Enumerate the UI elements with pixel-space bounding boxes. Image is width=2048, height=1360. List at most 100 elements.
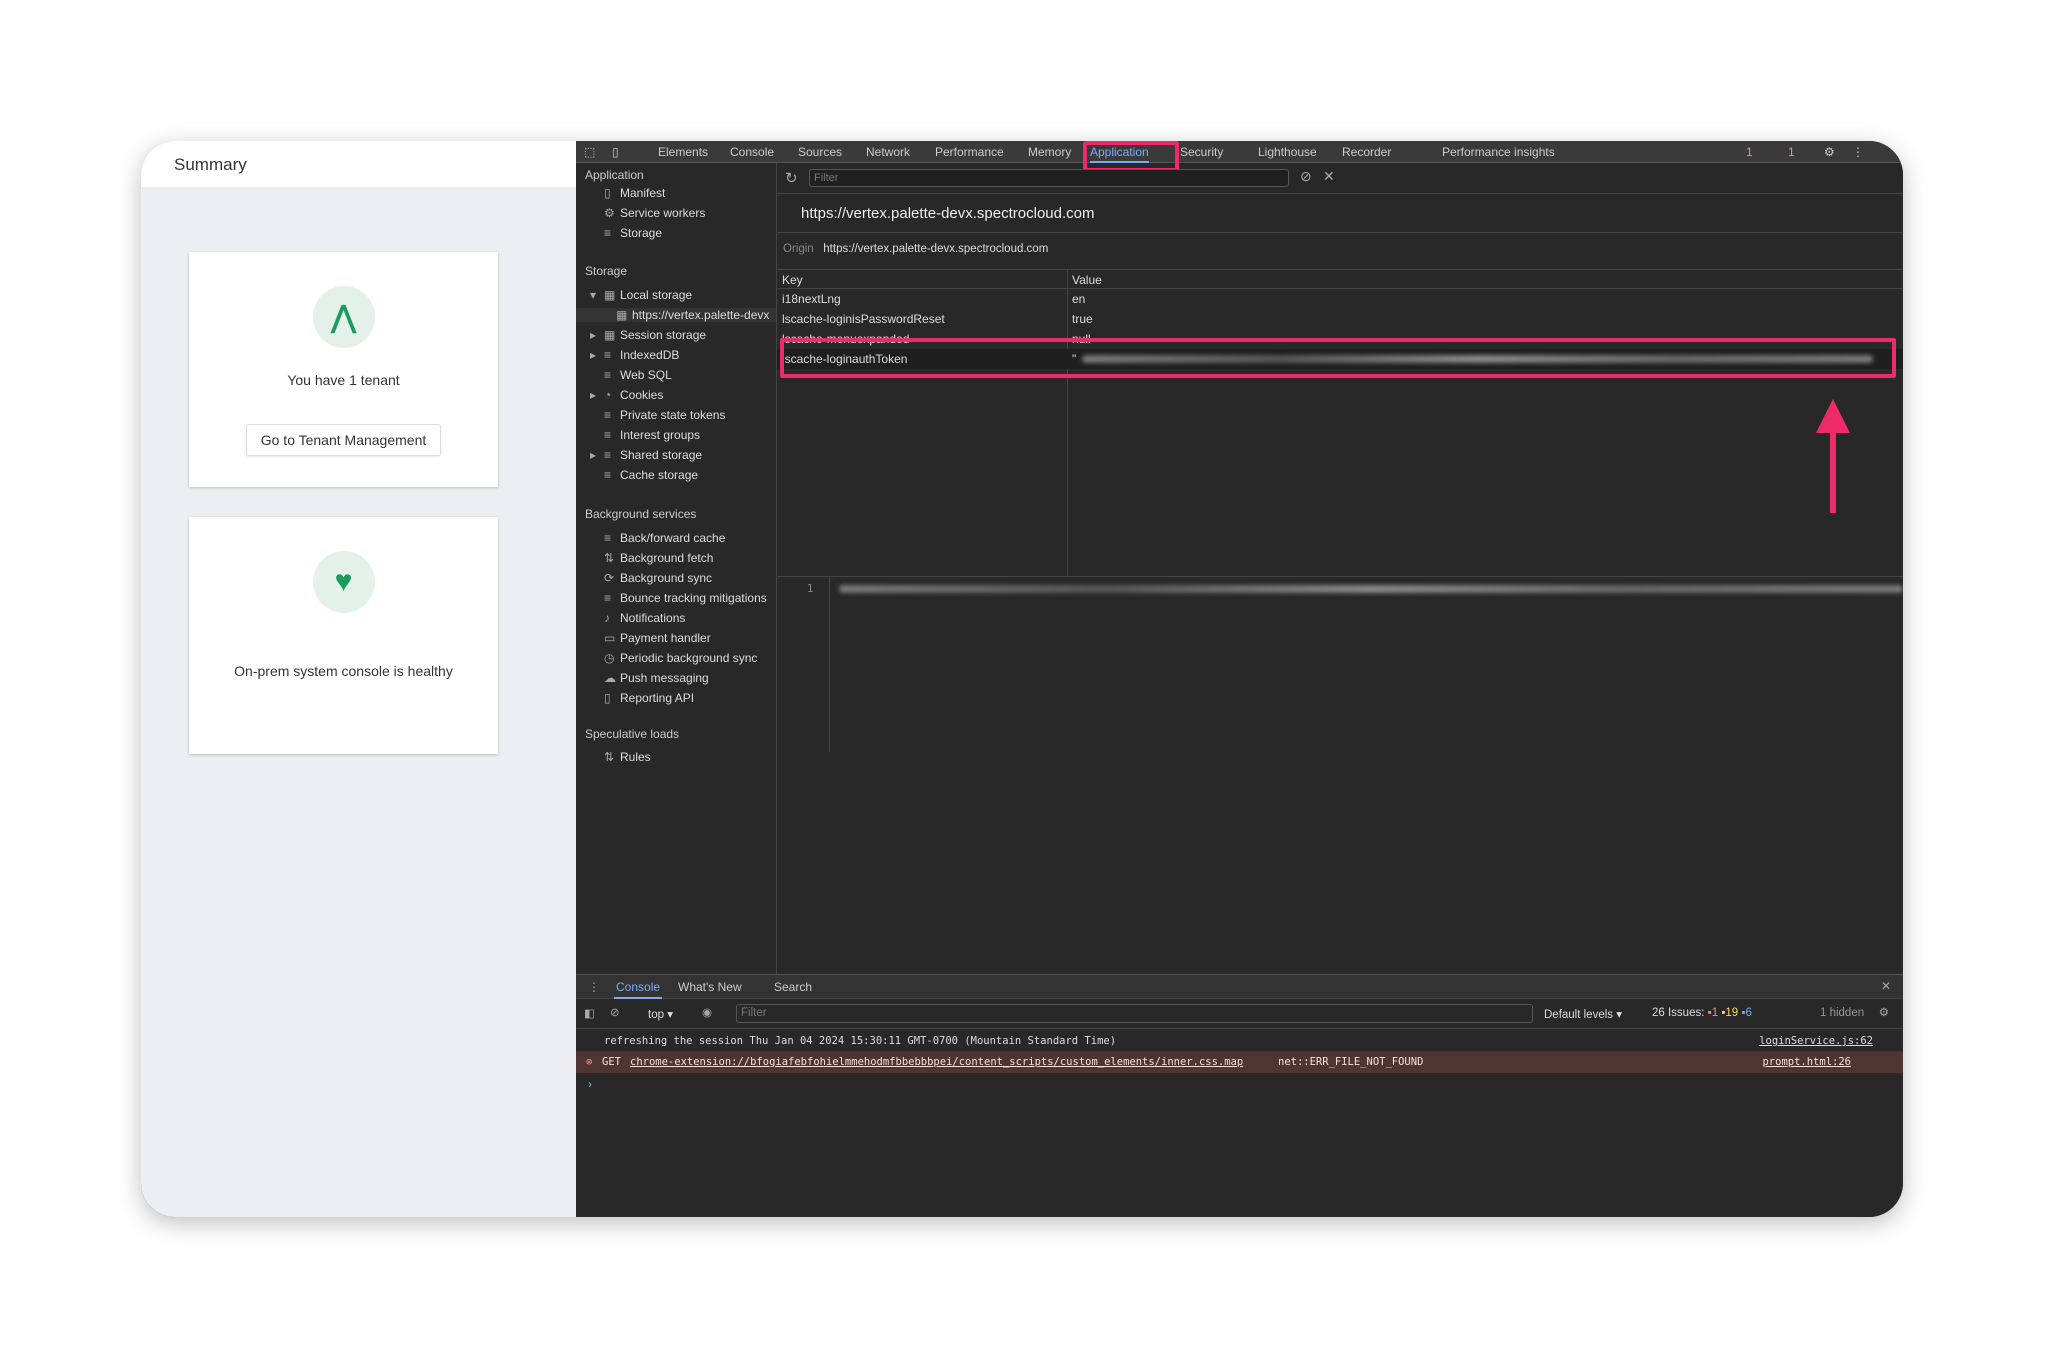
label: Rules	[620, 750, 651, 764]
expand-icon: ▾	[590, 288, 597, 302]
warning-count-badge[interactable]: 1	[1788, 145, 1795, 159]
clock-icon: ◷	[604, 651, 615, 665]
more-icon[interactable]: ⋮	[588, 980, 600, 994]
sidebar-item-storage[interactable]: ≡ Storage	[604, 226, 662, 240]
sidebar-item-back-forward-cache[interactable]: ≡ Back/forward cache	[604, 531, 725, 545]
sidebar-item-service-workers[interactable]: ⚙ Service workers	[604, 206, 705, 220]
blurred-token-preview	[839, 585, 1903, 593]
summary-title: Summary	[141, 141, 576, 187]
error-text: net::ERR_FILE_NOT_FOUND	[1278, 1056, 1424, 1068]
clear-console-icon[interactable]: ⊘	[610, 1005, 620, 1019]
table-row[interactable]: lscache-loginisPasswordReset true	[777, 309, 1903, 329]
sidebar-item-web-sql[interactable]: ≡ Web SQL	[604, 368, 672, 382]
sidebar-item-notifications[interactable]: ♪ Notifications	[604, 611, 685, 625]
arrows-icon: ⇅	[604, 750, 615, 764]
console-drawer: ⋮ Console What's New Search ✕ ◧ ⊘ top ▾ …	[576, 974, 1903, 1217]
device-toolbar-icon[interactable]: ▯	[612, 145, 619, 159]
eye-icon[interactable]: ◉	[702, 1005, 712, 1019]
refresh-icon[interactable]: ↻	[785, 169, 798, 187]
origin-value: https://vertex.palette-devx.spectrocloud…	[823, 243, 1049, 255]
drawer-tab-bar: ⋮ Console What's New Search ✕	[576, 975, 1903, 999]
go-to-tenant-management-button[interactable]: Go to Tenant Management	[245, 424, 442, 456]
sidebar-item-local-storage-origin[interactable]: ▦ https://vertex.palette-devx	[576, 308, 776, 322]
sidebar-item-cache-storage[interactable]: ≡ Cache storage	[604, 468, 698, 482]
sidebar-item-local-storage[interactable]: ▾ ▦ Local storage	[590, 288, 692, 302]
sidebar-item-background-sync[interactable]: ⟳ Background sync	[604, 571, 712, 585]
error-source-link[interactable]: prompt.html:26	[1762, 1056, 1851, 1068]
label: Interest groups	[620, 428, 701, 442]
sidebar-item-interest-groups[interactable]: ≡ Interest groups	[604, 428, 700, 442]
issues-warnings: 19	[1725, 1007, 1739, 1019]
sidebar-heading-application: Application	[585, 168, 644, 182]
tab-memory[interactable]: Memory	[1028, 145, 1071, 159]
clear-all-icon[interactable]: ⊘	[1300, 168, 1312, 185]
inspect-icon[interactable]: ⬚	[584, 145, 595, 159]
drawer-tab-console[interactable]: Console	[614, 980, 663, 999]
database-icon: ≡	[604, 448, 612, 462]
tab-performance-insights[interactable]: Performance insights	[1442, 145, 1555, 159]
column-value[interactable]: Value	[1072, 273, 1102, 287]
tab-recorder[interactable]: Recorder	[1342, 145, 1391, 159]
error-count-badge[interactable]: 1	[1746, 145, 1753, 159]
sidebar-item-private-state-tokens[interactable]: ≡ Private state tokens	[604, 408, 725, 422]
tab-performance[interactable]: Performance	[935, 145, 1004, 159]
tab-elements[interactable]: Elements	[658, 145, 708, 159]
tab-sources[interactable]: Sources	[798, 145, 842, 159]
database-icon: ≡	[604, 368, 612, 382]
heart-pulse-icon: ♥	[312, 551, 375, 613]
log-levels-select[interactable]: Default levels ▾	[1544, 1007, 1622, 1021]
label: IndexedDB	[620, 348, 680, 362]
delete-icon[interactable]: ✕	[1323, 168, 1335, 185]
label: Back/forward cache	[620, 531, 726, 545]
console-toolbar: ◧ ⊘ top ▾ ◉ Filter Default levels ▾ 26 I…	[576, 999, 1903, 1029]
console-filter-input[interactable]: Filter	[736, 1004, 1533, 1023]
table-row[interactable]: i18nextLng en	[777, 289, 1903, 309]
sidebar-item-cookies[interactable]: ▸ ◔ Cookies	[590, 388, 663, 402]
label: Notifications	[620, 611, 686, 625]
label: Private state tokens	[620, 408, 726, 422]
sidebar-item-reporting-api[interactable]: ▯ Reporting API	[604, 691, 694, 705]
console-prompt[interactable]: ›	[588, 1077, 592, 1091]
origin-label: Origin	[783, 243, 814, 255]
more-icon[interactable]: ⋮	[1852, 145, 1864, 159]
sidebar-heading-background-services: Background services	[585, 507, 697, 521]
sidebar-item-manifest[interactable]: ▯ Manifest	[604, 186, 665, 200]
gear-icon[interactable]: ⚙	[1824, 145, 1835, 159]
tab-security[interactable]: Security	[1180, 145, 1223, 159]
label: Shared storage	[620, 448, 703, 462]
sidebar-item-background-fetch[interactable]: ⇅ Background fetch	[604, 551, 713, 565]
health-card: ♥ On-prem system console is healthy	[189, 517, 498, 754]
issues-errors: 1	[1711, 1007, 1719, 1019]
tab-console[interactable]: Console	[730, 145, 774, 159]
cookie-icon: ◔	[604, 388, 612, 402]
error-url-link[interactable]: chrome-extension://bfogiafebfohielmmehod…	[630, 1056, 1243, 1068]
sidebar-item-shared-storage[interactable]: ▸ ≡ Shared storage	[590, 448, 702, 462]
close-drawer-icon[interactable]: ✕	[1881, 979, 1891, 993]
tab-lighthouse[interactable]: Lighthouse	[1258, 145, 1317, 159]
expand-icon: ▸	[590, 448, 597, 462]
drawer-tab-whats-new[interactable]: What's New	[678, 980, 742, 994]
sidebar-toggle-icon[interactable]: ◧	[584, 1006, 595, 1020]
sidebar-item-rules[interactable]: ⇅ Rules	[604, 750, 651, 764]
sidebar-item-session-storage[interactable]: ▸ ▦ Session storage	[590, 328, 706, 342]
sidebar-item-push-messaging[interactable]: ☁ Push messaging	[604, 671, 709, 685]
console-settings-icon[interactable]: ⚙	[1879, 1005, 1889, 1019]
sidebar-heading-speculative-loads: Speculative loads	[585, 727, 680, 741]
column-key[interactable]: Key	[782, 273, 803, 287]
sidebar-item-payment-handler[interactable]: ▭ Payment handler	[604, 631, 711, 645]
issues-button[interactable]: 26 Issues: ▪1 ▪19 ▪6	[1652, 1007, 1752, 1019]
sidebar-heading-storage: Storage	[585, 264, 628, 278]
filter-input[interactable]: Filter	[809, 169, 1289, 187]
gutter-divider	[829, 577, 830, 752]
context-select[interactable]: top ▾	[648, 1007, 673, 1021]
tab-network[interactable]: Network	[866, 145, 910, 159]
value: true	[1072, 312, 1093, 326]
label: Bounce tracking mitigations	[620, 591, 767, 605]
sidebar-item-indexeddb[interactable]: ▸ ≡ IndexedDB	[590, 348, 679, 362]
log-source-link[interactable]: loginService.js:62	[1759, 1035, 1873, 1047]
drawer-tab-search[interactable]: Search	[774, 980, 812, 994]
sidebar-item-bounce-tracking[interactable]: ≡ Bounce tracking mitigations	[604, 591, 767, 605]
sidebar-item-periodic-background-sync[interactable]: ◷ Periodic background sync	[604, 651, 757, 665]
card-icon: ▭	[604, 631, 616, 645]
line-number: 1	[807, 583, 814, 595]
